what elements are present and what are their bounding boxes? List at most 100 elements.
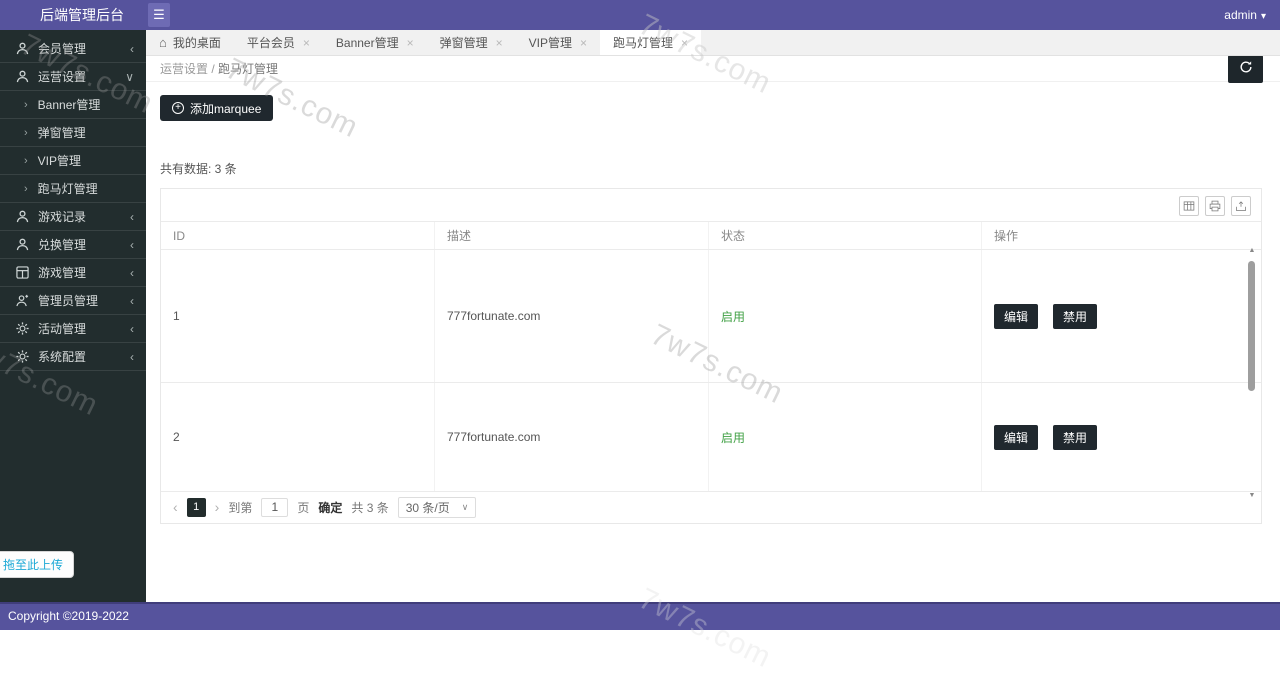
sidebar-subitem-marquee-mgmt[interactable]: › 跑马灯管理 bbox=[0, 175, 146, 203]
cell-description: 777fortunate.com bbox=[435, 383, 709, 491]
tab-popup-mgmt[interactable]: 弹窗管理 × bbox=[427, 30, 516, 55]
columns-filter-button[interactable] bbox=[1179, 196, 1199, 216]
table-row: 2 777fortunate.com 启用 编辑 禁用 bbox=[161, 382, 1261, 492]
sidebar-subitem-popup-mgmt[interactable]: › 弹窗管理 bbox=[0, 119, 146, 147]
drag-upload-button[interactable]: 拖至此上传 bbox=[0, 551, 74, 578]
prev-page-button[interactable]: ‹ bbox=[173, 499, 178, 515]
confirm-page-button[interactable]: 确定 bbox=[318, 499, 342, 516]
table-toolbar bbox=[1179, 196, 1251, 216]
home-icon: ⌂ bbox=[159, 35, 167, 50]
chevron-left-icon: ‹ bbox=[130, 322, 134, 336]
edit-button[interactable]: 编辑 bbox=[994, 425, 1038, 450]
sidebar-subitem-label: VIP管理 bbox=[38, 152, 81, 169]
copyright-text: Copyright ©2019-2022 bbox=[8, 609, 129, 623]
tab-label: 我的桌面 bbox=[173, 34, 221, 51]
chevron-left-icon: ‹ bbox=[130, 266, 134, 280]
scroll-down-icon[interactable]: ▼ bbox=[1246, 492, 1258, 499]
app-title: 后端管理后台 bbox=[40, 0, 124, 30]
user-dropdown[interactable]: admin ▾ bbox=[1224, 0, 1266, 30]
grid-icon bbox=[16, 266, 29, 279]
add-marquee-label: 添加marquee bbox=[190, 100, 261, 117]
tab-desktop[interactable]: ⌂ 我的桌面 bbox=[146, 30, 234, 55]
sidebar-item-member-mgmt[interactable]: 会员管理 ‹ bbox=[0, 35, 146, 63]
export-button[interactable] bbox=[1231, 196, 1251, 216]
hamburger-menu-icon[interactable]: ☰ bbox=[148, 3, 170, 27]
sidebar-item-system-config[interactable]: 系统配置 ‹ bbox=[0, 343, 146, 371]
tab-label: 跑马灯管理 bbox=[613, 34, 673, 51]
total-count-text: 共有数据: 3 条 bbox=[160, 160, 237, 177]
user-icon bbox=[16, 210, 29, 223]
refresh-button[interactable] bbox=[1228, 55, 1263, 83]
close-icon[interactable]: × bbox=[681, 36, 688, 50]
sidebar-item-game-mgmt[interactable]: 游戏管理 ‹ bbox=[0, 259, 146, 287]
sidebar-item-label: 管理员管理 bbox=[38, 292, 98, 309]
add-marquee-button[interactable]: + 添加marquee bbox=[160, 95, 273, 121]
column-header-id[interactable]: ID bbox=[161, 222, 435, 249]
close-icon[interactable]: × bbox=[303, 36, 310, 50]
tab-banner-mgmt[interactable]: Banner管理 × bbox=[323, 30, 427, 55]
sidebar-item-operation-settings[interactable]: 运营设置 ∨ bbox=[0, 63, 146, 91]
sidebar-subitem-label: 跑马灯管理 bbox=[38, 180, 98, 197]
tab-platform-members[interactable]: 平台会员 × bbox=[234, 30, 323, 55]
refresh-icon bbox=[1239, 60, 1253, 79]
breadcrumb-separator: / bbox=[211, 62, 214, 76]
caret-down-icon: ▾ bbox=[1261, 11, 1266, 22]
sidebar-item-exchange-mgmt[interactable]: 兑换管理 ‹ bbox=[0, 231, 146, 259]
breadcrumb-parent[interactable]: 运营设置 bbox=[160, 62, 208, 76]
column-header-status[interactable]: 状态 bbox=[709, 222, 982, 249]
sidebar-item-activity-mgmt[interactable]: 活动管理 ‹ bbox=[0, 315, 146, 343]
chevron-left-icon: ‹ bbox=[130, 42, 134, 56]
tab-marquee-mgmt[interactable]: 跑马灯管理 × bbox=[600, 30, 701, 55]
tab-label: Banner管理 bbox=[336, 34, 399, 51]
cell-actions: 编辑 禁用 bbox=[982, 383, 1261, 491]
disable-button[interactable]: 禁用 bbox=[1053, 304, 1097, 329]
sidebar-item-admin-mgmt[interactable]: 管理员管理 ‹ bbox=[0, 287, 146, 315]
current-page-button[interactable]: 1 bbox=[187, 498, 206, 517]
print-button[interactable] bbox=[1205, 196, 1225, 216]
page-size-select[interactable]: 30 条/页 ∨ bbox=[398, 497, 477, 518]
sidebar-item-label: 兑换管理 bbox=[38, 236, 86, 253]
table-card: ID 描述 状态 操作 1 777fortunate.com 启用 编辑 禁用 … bbox=[160, 188, 1262, 524]
disable-button[interactable]: 禁用 bbox=[1053, 425, 1097, 450]
table-scrollbar[interactable]: ▲ ▼ bbox=[1246, 251, 1258, 491]
close-icon[interactable]: × bbox=[496, 36, 503, 50]
status-badge: 启用 bbox=[709, 383, 982, 491]
breadcrumb-current: 跑马灯管理 bbox=[218, 62, 278, 76]
user-name: admin bbox=[1224, 8, 1257, 22]
cell-id: 2 bbox=[161, 383, 435, 491]
edit-button[interactable]: 编辑 bbox=[994, 304, 1038, 329]
close-icon[interactable]: × bbox=[407, 36, 414, 50]
marquee-table: ID 描述 状态 操作 1 777fortunate.com 启用 编辑 禁用 … bbox=[161, 221, 1261, 492]
chevron-right-icon: › bbox=[24, 99, 28, 111]
gear-icon bbox=[16, 322, 29, 335]
column-header-desc[interactable]: 描述 bbox=[435, 222, 709, 249]
user-plus-icon bbox=[16, 294, 29, 307]
sidebar-item-label: 运营设置 bbox=[38, 68, 86, 85]
scroll-up-icon[interactable]: ▲ bbox=[1246, 247, 1258, 254]
chevron-right-icon: › bbox=[24, 155, 28, 167]
sidebar-item-game-records[interactable]: 游戏记录 ‹ bbox=[0, 203, 146, 231]
sidebar-subitem-label: Banner管理 bbox=[38, 96, 101, 113]
close-icon[interactable]: × bbox=[580, 36, 587, 50]
tab-bar: ⌂ 我的桌面 平台会员 × Banner管理 × 弹窗管理 × VIP管理 × … bbox=[146, 30, 1280, 56]
scrollbar-thumb[interactable] bbox=[1248, 261, 1255, 391]
chevron-left-icon: ‹ bbox=[130, 294, 134, 308]
cell-description: 777fortunate.com bbox=[435, 250, 709, 382]
sidebar-subitem-vip-mgmt[interactable]: › VIP管理 bbox=[0, 147, 146, 175]
chevron-right-icon: › bbox=[24, 127, 28, 139]
sidebar-item-label: 活动管理 bbox=[38, 320, 86, 337]
chevron-left-icon: ‹ bbox=[130, 350, 134, 364]
column-header-actions[interactable]: 操作 bbox=[982, 222, 1261, 249]
sidebar-item-label: 游戏管理 bbox=[38, 264, 86, 281]
cell-actions: 编辑 禁用 bbox=[982, 250, 1261, 382]
gear-icon bbox=[16, 350, 29, 363]
next-page-button[interactable]: › bbox=[215, 499, 220, 515]
chevron-down-icon: ∨ bbox=[462, 502, 469, 513]
sidebar-subitem-label: 弹窗管理 bbox=[38, 124, 86, 141]
page-number-input[interactable] bbox=[261, 498, 288, 517]
tab-vip-mgmt[interactable]: VIP管理 × bbox=[516, 30, 600, 55]
sidebar-item-label: 会员管理 bbox=[38, 40, 86, 57]
sidebar-subitem-banner-mgmt[interactable]: › Banner管理 bbox=[0, 91, 146, 119]
user-icon bbox=[16, 70, 29, 83]
user-icon bbox=[16, 42, 29, 55]
